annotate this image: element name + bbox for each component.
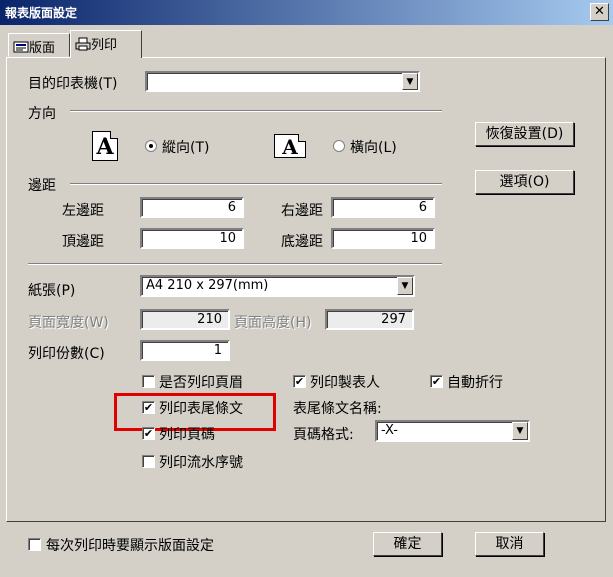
window-title: 報表版面設定 — [5, 6, 78, 20]
page-width-label: 頁面寬度(W) — [28, 315, 109, 331]
copies-input[interactable]: 1 — [140, 340, 230, 361]
tab-print-label: 列印 — [91, 38, 118, 53]
paper-divider — [28, 263, 442, 265]
show-settings-label: 每次列印時要顯示版面設定 — [46, 538, 214, 554]
auto-wrap-checkbox[interactable]: ✔ — [430, 375, 443, 388]
page-format-select[interactable]: -X- ▼ — [375, 420, 530, 442]
close-icon: ✕ — [594, 4, 605, 19]
ok-button[interactable]: 確定 — [373, 532, 442, 556]
printer-label: 目的印表機(T) — [28, 76, 118, 92]
printer-icon — [75, 37, 91, 55]
landscape-radio[interactable] — [333, 140, 345, 152]
portrait-radio[interactable] — [145, 140, 157, 152]
orientation-section-label: 方向 — [28, 106, 56, 122]
orientation-divider — [70, 110, 442, 112]
print-footer-checkbox[interactable]: ✔ — [142, 401, 155, 414]
print-page-number-checkbox[interactable]: ✔ — [142, 427, 155, 440]
tab-print[interactable]: 列印 — [70, 30, 142, 58]
top-margin-input[interactable]: 10 — [140, 228, 244, 249]
print-serial-label: 列印流水序號 — [159, 455, 243, 471]
left-margin-label: 左邊距 — [62, 203, 104, 219]
paper-label: 紙張(P) — [28, 283, 76, 299]
auto-wrap-label: 自動折行 — [447, 375, 503, 391]
tab-layout[interactable]: 版面 — [8, 33, 70, 57]
left-margin-input[interactable]: 6 — [140, 197, 244, 218]
print-header-label: 是否列印頁眉 — [159, 375, 243, 391]
chevron-down-icon: ▼ — [397, 277, 413, 295]
footer-name-label: 表尾條文名稱: — [293, 401, 382, 417]
page-format-label: 頁碼格式: — [293, 427, 354, 443]
page-height-label: 頁面高度(H) — [234, 315, 312, 331]
print-serial-checkbox[interactable] — [142, 455, 155, 468]
right-margin-label: 右邊距 — [281, 203, 323, 219]
print-page-number-label: 列印頁碼 — [159, 427, 215, 443]
landscape-page-icon: A — [274, 134, 306, 159]
cancel-button[interactable]: 取消 — [475, 532, 544, 556]
bottom-margin-input[interactable]: 10 — [331, 228, 435, 249]
right-margin-input[interactable]: 6 — [331, 197, 435, 218]
restore-defaults-button[interactable]: 恢復設置(D) — [475, 122, 574, 146]
margins-section-label: 邊距 — [28, 178, 56, 194]
close-button[interactable]: ✕ — [590, 3, 609, 21]
portrait-label: 縱向(T) — [162, 140, 210, 156]
paper-select[interactable]: A4 210 x 297(mm) ▼ — [140, 275, 415, 297]
portrait-page-icon: A — [92, 131, 118, 161]
bottom-margin-label: 底邊距 — [281, 234, 323, 250]
print-footer-label: 列印表尾條文 — [159, 401, 243, 417]
top-margin-label: 頂邊距 — [62, 234, 104, 250]
print-maker-label: 列印製表人 — [310, 375, 380, 391]
copies-label: 列印份數(C) — [28, 346, 105, 362]
margins-divider — [70, 183, 442, 185]
landscape-label: 橫向(L) — [350, 140, 397, 156]
print-maker-checkbox[interactable]: ✔ — [293, 375, 306, 388]
print-header-checkbox[interactable] — [142, 375, 155, 388]
show-settings-checkbox[interactable] — [28, 538, 41, 551]
page-width-input[interactable]: 210 — [140, 309, 230, 330]
chevron-down-icon: ▼ — [512, 422, 528, 440]
page-height-input[interactable]: 297 — [325, 309, 414, 330]
layout-icon — [13, 40, 29, 58]
tab-layout-label: 版面 — [29, 41, 56, 56]
printer-select[interactable]: ▼ — [145, 71, 420, 92]
chevron-down-icon: ▼ — [402, 73, 418, 90]
title-bar: 報表版面設定 ✕ — [0, 0, 613, 25]
options-button[interactable]: 選項(O) — [475, 170, 574, 194]
